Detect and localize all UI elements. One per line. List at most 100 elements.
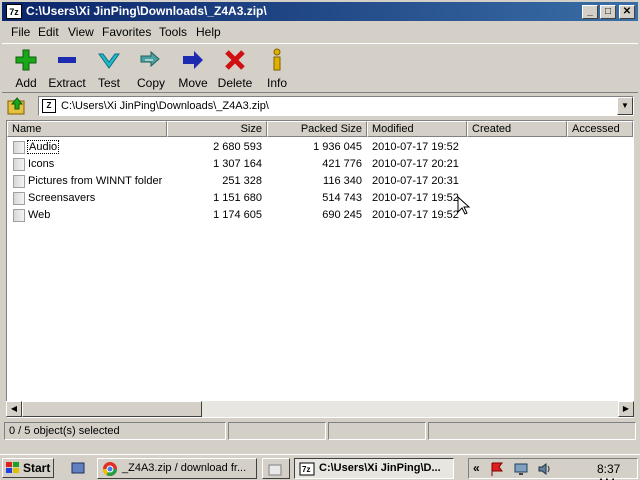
item-name: Pictures from WINNT folder	[28, 175, 163, 187]
network-icon[interactable]	[513, 461, 529, 477]
delete-label: Delete	[217, 76, 253, 90]
address-dropdown-button[interactable]: ▼	[617, 97, 633, 115]
clock[interactable]: 8:37 AM	[597, 462, 637, 480]
maximize-button[interactable]: □	[600, 5, 616, 19]
item-name: Screensavers	[28, 192, 96, 204]
item-modified: 2010-07-17 20:21	[372, 158, 459, 170]
extract-button[interactable]: Extract	[47, 46, 87, 90]
zip-archive-icon: Z	[42, 99, 56, 113]
item-modified: 2010-07-17 19:52	[372, 192, 459, 204]
taskbar-task-label: _Z4A3.zip / download fr...	[122, 462, 247, 474]
system-tray: « 8:37 AM	[468, 458, 638, 480]
folder-icon	[13, 175, 25, 188]
delete-button[interactable]: Delete	[215, 46, 255, 90]
item-size: 2 680 593	[213, 141, 262, 153]
scroll-left-button[interactable]: ◀	[6, 401, 22, 417]
7zip-app-icon[interactable]: 7z	[6, 4, 22, 19]
info-button[interactable]: Info	[257, 46, 297, 90]
address-combobox[interactable]: Z C:\Users\Xi JinPing\Downloads\_Z4A3.zi…	[38, 96, 634, 116]
list-header: Name Size Packed Size Modified Created A…	[7, 121, 633, 137]
taskbar-chrome-task[interactable]: _Z4A3.zip / download fr...	[97, 458, 257, 479]
taskbar-folder-task[interactable]	[262, 458, 290, 479]
column-created[interactable]: Created	[467, 121, 567, 137]
list-item[interactable]: Icons 1 307 164 421 776 2010-07-17 20:21	[7, 156, 633, 173]
column-name[interactable]: Name	[7, 121, 167, 137]
flag-notification-icon[interactable]	[489, 461, 505, 477]
status-bar: 0 / 5 object(s) selected	[2, 422, 638, 440]
item-name: Icons	[28, 158, 55, 170]
scroll-thumb[interactable]	[22, 401, 202, 417]
item-packed-size: 1 936 045	[313, 141, 362, 153]
close-button[interactable]: ✕	[619, 5, 635, 19]
taskbar: Start _Z4A3.zip / download fr... 7z C:\U…	[0, 454, 640, 480]
list-item[interactable]: Audio 2 680 593 1 936 045 2010-07-17 19:…	[7, 139, 633, 156]
plus-icon	[15, 49, 37, 71]
horizontal-scrollbar[interactable]: ◀ ▶	[6, 401, 634, 417]
taskbar-task-label: C:\Users\Xi JinPing\D...	[319, 462, 441, 474]
info-icon	[273, 48, 281, 71]
tray-expand-icon[interactable]: «	[473, 461, 480, 475]
scroll-right-button[interactable]: ▶	[618, 401, 634, 417]
copy-button[interactable]: Copy	[131, 46, 171, 90]
address-path: C:\Users\Xi JinPing\Downloads\_Z4A3.zip\	[61, 100, 269, 112]
item-packed-size: 514 743	[322, 192, 362, 204]
column-modified[interactable]: Modified	[367, 121, 467, 137]
item-modified: 2010-07-17 19:52	[372, 209, 459, 221]
item-name: Web	[28, 209, 51, 221]
test-button[interactable]: Test	[89, 46, 129, 90]
item-packed-size: 421 776	[322, 158, 362, 170]
menu-file[interactable]: File	[11, 25, 30, 39]
start-button[interactable]: Start	[2, 458, 54, 478]
column-packed-size[interactable]: Packed Size	[267, 121, 367, 137]
item-modified: 2010-07-17 20:31	[372, 175, 459, 187]
start-label: Start	[23, 461, 51, 475]
arrow-right-icon	[183, 51, 203, 69]
folder-icon	[13, 158, 25, 171]
folder-icon	[268, 464, 282, 476]
folder-icon	[13, 141, 25, 154]
column-size[interactable]: Size	[167, 121, 267, 137]
menu-bar: File Edit View Favorites Tools Help	[2, 23, 638, 41]
item-size: 251 328	[222, 175, 262, 187]
title-bar[interactable]: 7z C:\Users\Xi JinPing\Downloads\_Z4A3.z…	[2, 2, 638, 21]
add-label: Add	[15, 76, 37, 90]
volume-icon[interactable]	[537, 461, 553, 477]
column-accessed[interactable]: Accessed	[567, 121, 633, 137]
menu-edit[interactable]: Edit	[38, 25, 59, 39]
menu-view[interactable]: View	[68, 25, 94, 39]
list-item[interactable]: Screensavers 1 151 680 514 743 2010-07-1…	[7, 190, 633, 207]
folder-icon	[13, 192, 25, 205]
list-item[interactable]: Web 1 174 605 690 245 2010-07-17 19:52	[7, 207, 633, 224]
selection-status: 0 / 5 object(s) selected	[4, 422, 226, 440]
item-modified: 2010-07-17 19:52	[372, 141, 459, 153]
item-size: 1 151 680	[213, 192, 262, 204]
address-bar: Z C:\Users\Xi JinPing\Downloads\_Z4A3.zi…	[2, 95, 638, 117]
taskbar-7zip-task[interactable]: 7z C:\Users\Xi JinPing\D...	[294, 458, 454, 479]
item-size: 1 174 605	[213, 209, 262, 221]
file-list[interactable]: Name Size Packed Size Modified Created A…	[6, 120, 634, 418]
move-button[interactable]: Move	[173, 46, 213, 90]
chrome-icon	[103, 462, 117, 476]
extract-label: Extract	[48, 76, 86, 90]
info-label: Info	[266, 76, 287, 90]
double-arrow-icon	[140, 50, 160, 68]
folder-icon	[13, 209, 25, 222]
checkmark-icon	[98, 53, 120, 69]
minus-icon	[58, 57, 76, 63]
copy-label: Copy	[136, 76, 165, 90]
test-label: Test	[97, 76, 120, 90]
minimize-button[interactable]: _	[582, 5, 598, 19]
svg-text:7z: 7z	[302, 465, 310, 474]
mouse-cursor-icon	[457, 196, 471, 215]
up-folder-icon[interactable]	[6, 96, 28, 116]
windows-flag-icon	[6, 462, 19, 473]
list-item[interactable]: Pictures from WINNT folder 251 328 116 3…	[7, 173, 633, 190]
menu-favorites[interactable]: Favorites	[102, 25, 151, 39]
item-name: Audio	[27, 140, 60, 154]
menu-tools[interactable]: Tools	[159, 25, 187, 39]
show-desktop-icon[interactable]	[70, 460, 86, 476]
add-button[interactable]: Add	[6, 46, 46, 90]
item-packed-size: 690 245	[322, 209, 362, 221]
menu-help[interactable]: Help	[196, 25, 221, 39]
app-window: 7z C:\Users\Xi JinPing\Downloads\_Z4A3.z…	[0, 0, 640, 454]
